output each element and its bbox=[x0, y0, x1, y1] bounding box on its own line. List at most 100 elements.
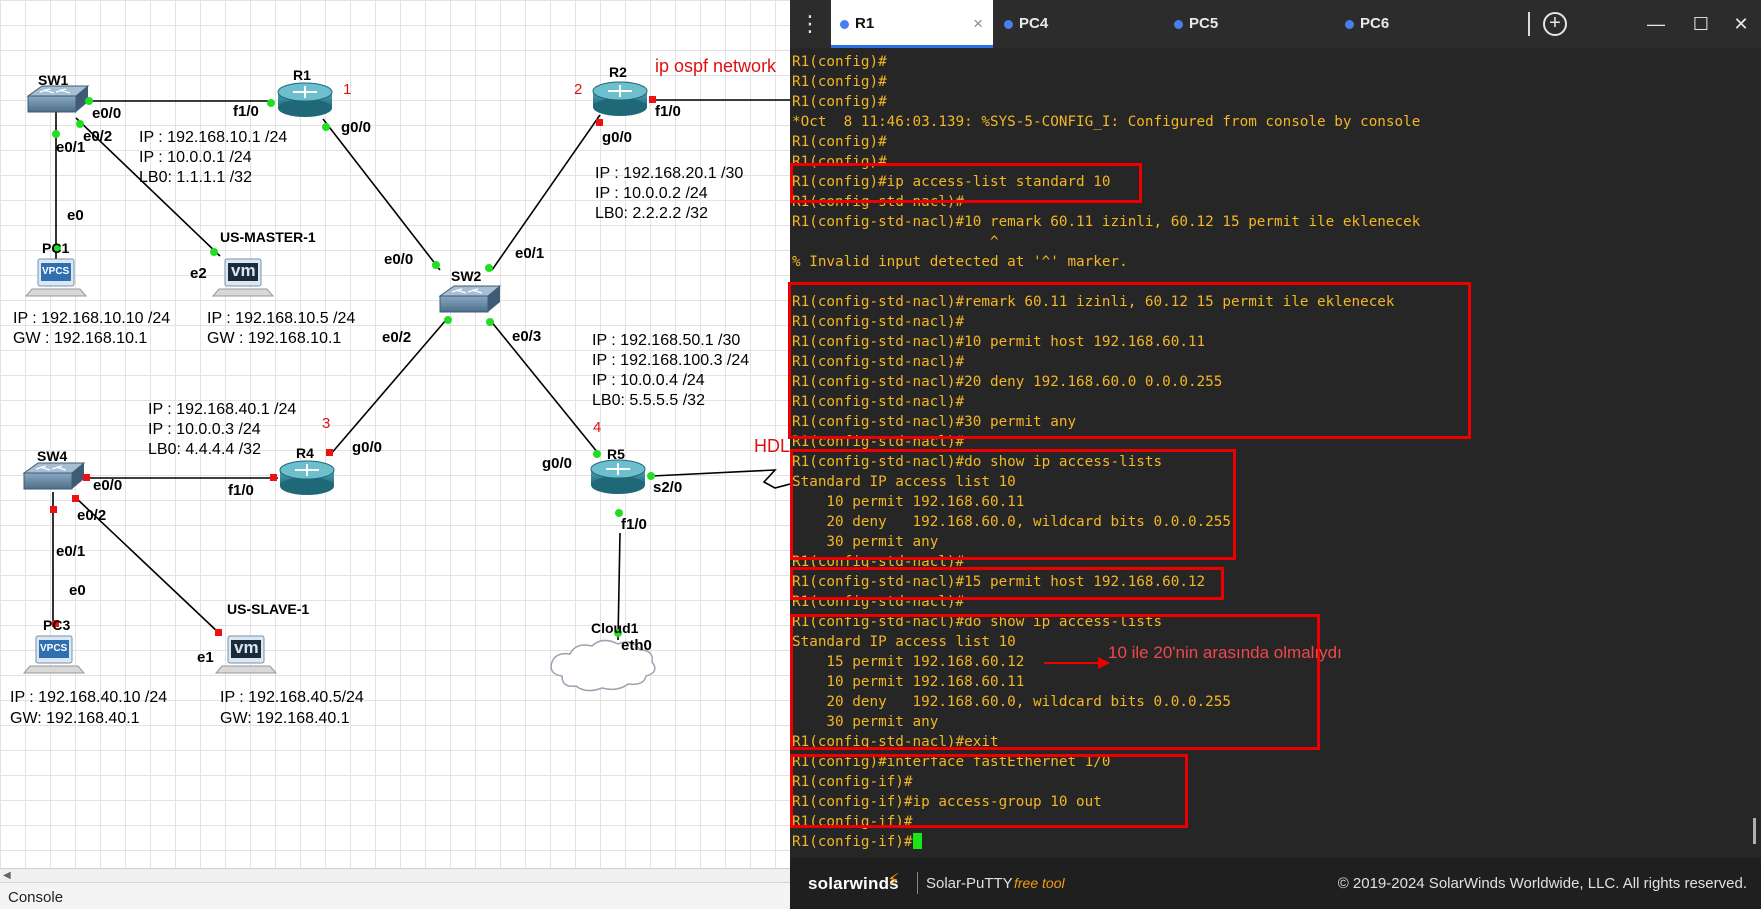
link-sw2-r5 bbox=[489, 319, 599, 454]
node-sw2[interactable]: SW2 bbox=[451, 268, 481, 284]
switch-sw1-icon bbox=[26, 85, 90, 113]
if-sw2-e02: e0/2 bbox=[382, 329, 412, 346]
scrollbar-thumb[interactable] bbox=[1753, 818, 1756, 844]
if-sw1-e01: e0/1 bbox=[56, 139, 86, 156]
menu-icon[interactable]: ⋮ bbox=[790, 0, 830, 48]
terminal-line: R1(config-std-nacl)# bbox=[792, 592, 1742, 612]
topology-links bbox=[22, 81, 790, 692]
terminal-output[interactable]: R1(config)# R1(config)# R1(config)# *Oct 8 … bbox=[792, 52, 1742, 858]
if-r4-f10: f1/0 bbox=[228, 482, 254, 499]
pc3-gw: GW: 192.168.40.1 bbox=[10, 710, 140, 727]
node-sw4[interactable]: SW4 bbox=[37, 448, 67, 464]
console-panel[interactable]: Console bbox=[0, 882, 790, 909]
terminal-line-text: R1(config-std-nacl)#remark 60.11 izinli,… bbox=[792, 294, 1395, 310]
terminal-line-text: R1(config-std-nacl)# bbox=[792, 394, 965, 410]
tab-r1-label: R1 bbox=[855, 15, 875, 32]
terminal-line-text: R1(config)# bbox=[792, 54, 887, 70]
r4-ip-1: IP : 192.168.40.1 /24 bbox=[148, 401, 297, 418]
terminal-line-text: *Oct 8 11:46:03.139: %SYS-5-CONFIG_I: Co… bbox=[792, 114, 1421, 130]
solarwinds-flame-icon: ⚡ bbox=[887, 870, 900, 890]
solar-putty-window: ⋮ R1 × PC4 PC5 PC6 + — ☐ ✕ R1(config)# R1… bbox=[788, 0, 1761, 909]
node-pc3[interactable]: PC3 bbox=[43, 617, 70, 633]
node-cloud1[interactable]: Cloud1 bbox=[591, 620, 638, 636]
console-label: Console bbox=[8, 889, 64, 906]
if-sw4-e01: e0/1 bbox=[56, 543, 86, 560]
terminal-line: R1(config-if)# bbox=[792, 772, 1742, 792]
solarwinds-logo: solarwinds bbox=[808, 874, 899, 893]
if-r1-g00: g0/0 bbox=[341, 119, 372, 136]
terminal-line-text: R1(config-std-nacl)#15 permit host 192.1… bbox=[792, 574, 1206, 590]
terminal-line: R1(config-std-nacl)#20 deny 192.168.60.0… bbox=[792, 372, 1742, 392]
minimize-icon[interactable]: — bbox=[1636, 0, 1676, 48]
vm-us-slave-label: vm bbox=[234, 638, 259, 657]
node-r2[interactable]: R2 bbox=[609, 64, 627, 80]
terminal-line: R1(config-std-nacl)#30 permit any bbox=[792, 412, 1742, 432]
scroll-left-icon[interactable]: ◀ bbox=[3, 870, 11, 881]
close-window-icon[interactable]: ✕ bbox=[1721, 0, 1761, 48]
terminal-line: ^ bbox=[792, 232, 1742, 252]
terminal-line-text: 15 permit 192.168.60.12 bbox=[792, 654, 1025, 670]
pc3-ip: IP : 192.168.40.10 /24 bbox=[10, 689, 168, 706]
annotation-arrow-icon bbox=[1044, 657, 1110, 669]
terminal-line: R1(config)#ip access-list standard 10 bbox=[792, 172, 1742, 192]
router-r2-icon bbox=[592, 81, 648, 116]
terminal-line-text: 10 permit 192.168.60.11 bbox=[792, 494, 1025, 510]
tab-pc4[interactable]: PC4 bbox=[995, 0, 1145, 48]
usm-ip: IP : 192.168.10.5 /24 bbox=[207, 310, 356, 327]
terminal-line-text: R1(config-if)# bbox=[792, 834, 913, 850]
terminal-line-text: R1(config-std-nacl)#30 permit any bbox=[792, 414, 1077, 430]
session-dot-icon bbox=[1174, 20, 1183, 29]
node-r4[interactable]: R4 bbox=[296, 445, 314, 461]
terminal-line-text: R1(config-if)# bbox=[792, 814, 913, 830]
if-usm-e2: e2 bbox=[190, 265, 207, 282]
terminal-line-text: % Invalid input detected at '^' marker. bbox=[792, 254, 1128, 270]
terminal-line: 10 permit 192.168.60.11 bbox=[792, 672, 1742, 692]
if-sw2-e00: e0/0 bbox=[384, 251, 414, 268]
terminal-line-text: R1(config-std-nacl)# bbox=[792, 554, 965, 570]
if-pc1-e0: e0 bbox=[67, 207, 84, 224]
terminal-line-text: R1(config-std-nacl)# bbox=[792, 434, 965, 450]
tab-pc4-label: PC4 bbox=[1019, 15, 1049, 32]
vpcs-pc1-label: VPCS bbox=[42, 266, 70, 277]
if-sw2-e03: e0/3 bbox=[512, 328, 542, 345]
tab-pc6[interactable]: PC6 bbox=[1336, 0, 1486, 48]
if-sw4-e02: e0/2 bbox=[77, 507, 107, 524]
terminal-line-text: R1(config)# bbox=[792, 154, 887, 170]
tab-close-icon[interactable]: × bbox=[973, 0, 983, 48]
canvas-horizontal-scrollbar[interactable]: ◀ bbox=[0, 868, 790, 882]
node-us-master-1[interactable]: US-MASTER-1 bbox=[220, 229, 316, 245]
annotation-note: 10 ile 20'nin arasında olmalıydı bbox=[1108, 643, 1342, 662]
terminal-line: R1(config)# bbox=[792, 152, 1742, 172]
if-cloud-eth0: eth0 bbox=[621, 637, 652, 654]
node-r1[interactable]: R1 bbox=[293, 67, 311, 83]
terminal-line: % Invalid input detected at '^' marker. bbox=[792, 252, 1742, 272]
node-sw1[interactable]: SW1 bbox=[38, 72, 68, 88]
free-tool-label: free tool bbox=[1014, 875, 1065, 891]
node-pc1[interactable]: PC1 bbox=[42, 240, 69, 256]
node-r5[interactable]: R5 bbox=[607, 446, 625, 462]
terminal-line: 20 deny 192.168.60.0, wildcard bits 0.0.… bbox=[792, 512, 1742, 532]
tab-bar: ⋮ R1 × PC4 PC5 PC6 + — ☐ ✕ bbox=[790, 0, 1761, 48]
terminal-line: R1(config-std-nacl)#10 remark 60.11 izin… bbox=[792, 212, 1742, 232]
router-r4-icon bbox=[279, 460, 335, 495]
node-us-slave-1[interactable]: US-SLAVE-1 bbox=[227, 601, 309, 617]
terminal-line: R1(config-std-nacl)#do show ip access-li… bbox=[792, 612, 1742, 632]
terminal-line-text: 10 permit 192.168.60.11 bbox=[792, 674, 1025, 690]
uss-ip: IP : 192.168.40.5/24 bbox=[220, 689, 364, 706]
tab-r1[interactable]: R1 × bbox=[831, 0, 993, 48]
terminal-line-text: R1(config-std-nacl)# bbox=[792, 354, 965, 370]
pc1-gw: GW : 192.168.10.1 bbox=[13, 330, 148, 347]
terminal-line: R1(config-if)#ip access-group 10 out bbox=[792, 792, 1742, 812]
new-session-plus-icon[interactable]: + bbox=[1543, 12, 1567, 36]
terminal-line-text: Standard IP access list 10 bbox=[792, 634, 1016, 650]
tab-pc5[interactable]: PC5 bbox=[1165, 0, 1315, 48]
r2-ip-1: IP : 192.168.20.1 /30 bbox=[595, 165, 744, 182]
uss-gw: GW: 192.168.40.1 bbox=[220, 710, 350, 727]
maximize-icon[interactable]: ☐ bbox=[1681, 0, 1721, 48]
terminal-line-text: R1(config-std-nacl)#20 deny 192.168.60.0… bbox=[792, 374, 1223, 390]
annotation-ospf: ip ospf network bbox=[655, 56, 777, 76]
terminal-scrollbar[interactable] bbox=[1748, 52, 1761, 858]
topology-canvas[interactable]: VPCS VPCS vm vm SW1 R1 R2 SW2 R4 R5 SW4 … bbox=[0, 0, 790, 868]
terminal-line-text: R1(config-std-nacl)# bbox=[792, 594, 965, 610]
